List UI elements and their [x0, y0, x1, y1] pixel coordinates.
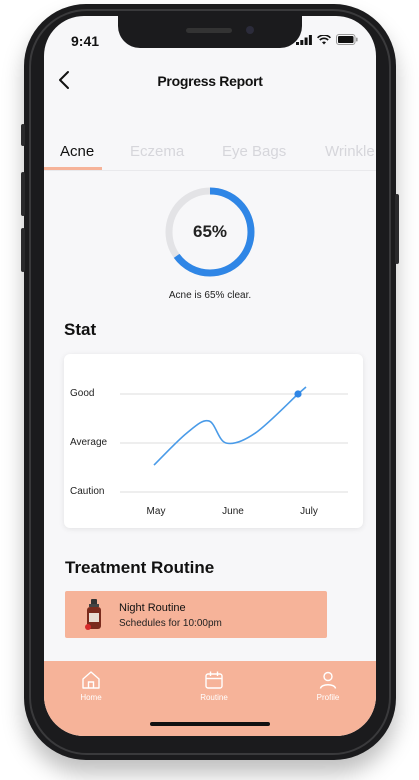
nav-profile-label: Profile [316, 693, 340, 702]
active-tab-indicator [44, 167, 102, 170]
power-button [395, 194, 399, 264]
stat-heading: Stat [64, 320, 97, 339]
home-indicator [150, 722, 270, 726]
nav-home-label: Home [80, 693, 102, 702]
routine-schedule: Schedules for 10:00pm [119, 618, 222, 629]
stat-chart-card: Good Average Caution May June July [64, 354, 363, 528]
home-icon [82, 671, 100, 689]
signal-icon [296, 34, 312, 45]
nav-profile[interactable]: Profile [298, 669, 358, 702]
treatment-heading: Treatment Routine [65, 558, 215, 577]
front-camera [246, 26, 254, 34]
routine-title: Night Routine [119, 602, 186, 614]
x-label-may: May [146, 506, 166, 517]
x-label-june: June [222, 506, 244, 517]
series-point-highlight [294, 390, 302, 398]
nav-routine[interactable]: Routine [184, 669, 244, 702]
status-icons [296, 34, 358, 45]
app-screen: 9:41 Progress Report Acne Eczema Eye Bag… [44, 16, 376, 736]
nav-home[interactable]: Home [61, 669, 121, 702]
silent-switch [21, 124, 25, 146]
notch [118, 16, 302, 48]
tab-acne[interactable]: Acne [60, 143, 94, 160]
night-routine-card[interactable]: Night Routine Schedules for 10:00pm [65, 591, 327, 638]
volume-up-button [21, 172, 25, 216]
progress-percent: 65% [192, 222, 228, 241]
y-label-average: Average [70, 437, 108, 448]
series-line [153, 393, 299, 466]
page-title: Progress Report [157, 73, 263, 89]
tab-wrinkle[interactable]: Wrinkle [325, 143, 375, 160]
tab-eye-bags[interactable]: Eye Bags [222, 143, 286, 160]
x-label-july: July [300, 506, 318, 517]
condition-tabs: Acne Eczema Eye Bags Wrinkle [44, 136, 376, 171]
volume-down-button [21, 228, 25, 272]
battery-icon [336, 34, 358, 45]
serum-bottle-icon [85, 599, 101, 630]
progress-caption: Acne is 65% clear. [168, 290, 252, 301]
stat-line-chart [120, 386, 348, 493]
wifi-icon [317, 34, 331, 44]
speaker [186, 28, 232, 33]
profile-icon [319, 671, 337, 689]
calendar-icon [205, 671, 223, 689]
status-time: 9:41 [71, 33, 100, 49]
tab-eczema[interactable]: Eczema [130, 143, 184, 160]
y-label-caution: Caution [70, 486, 105, 497]
nav-routine-label: Routine [200, 693, 228, 702]
y-label-good: Good [70, 388, 95, 399]
